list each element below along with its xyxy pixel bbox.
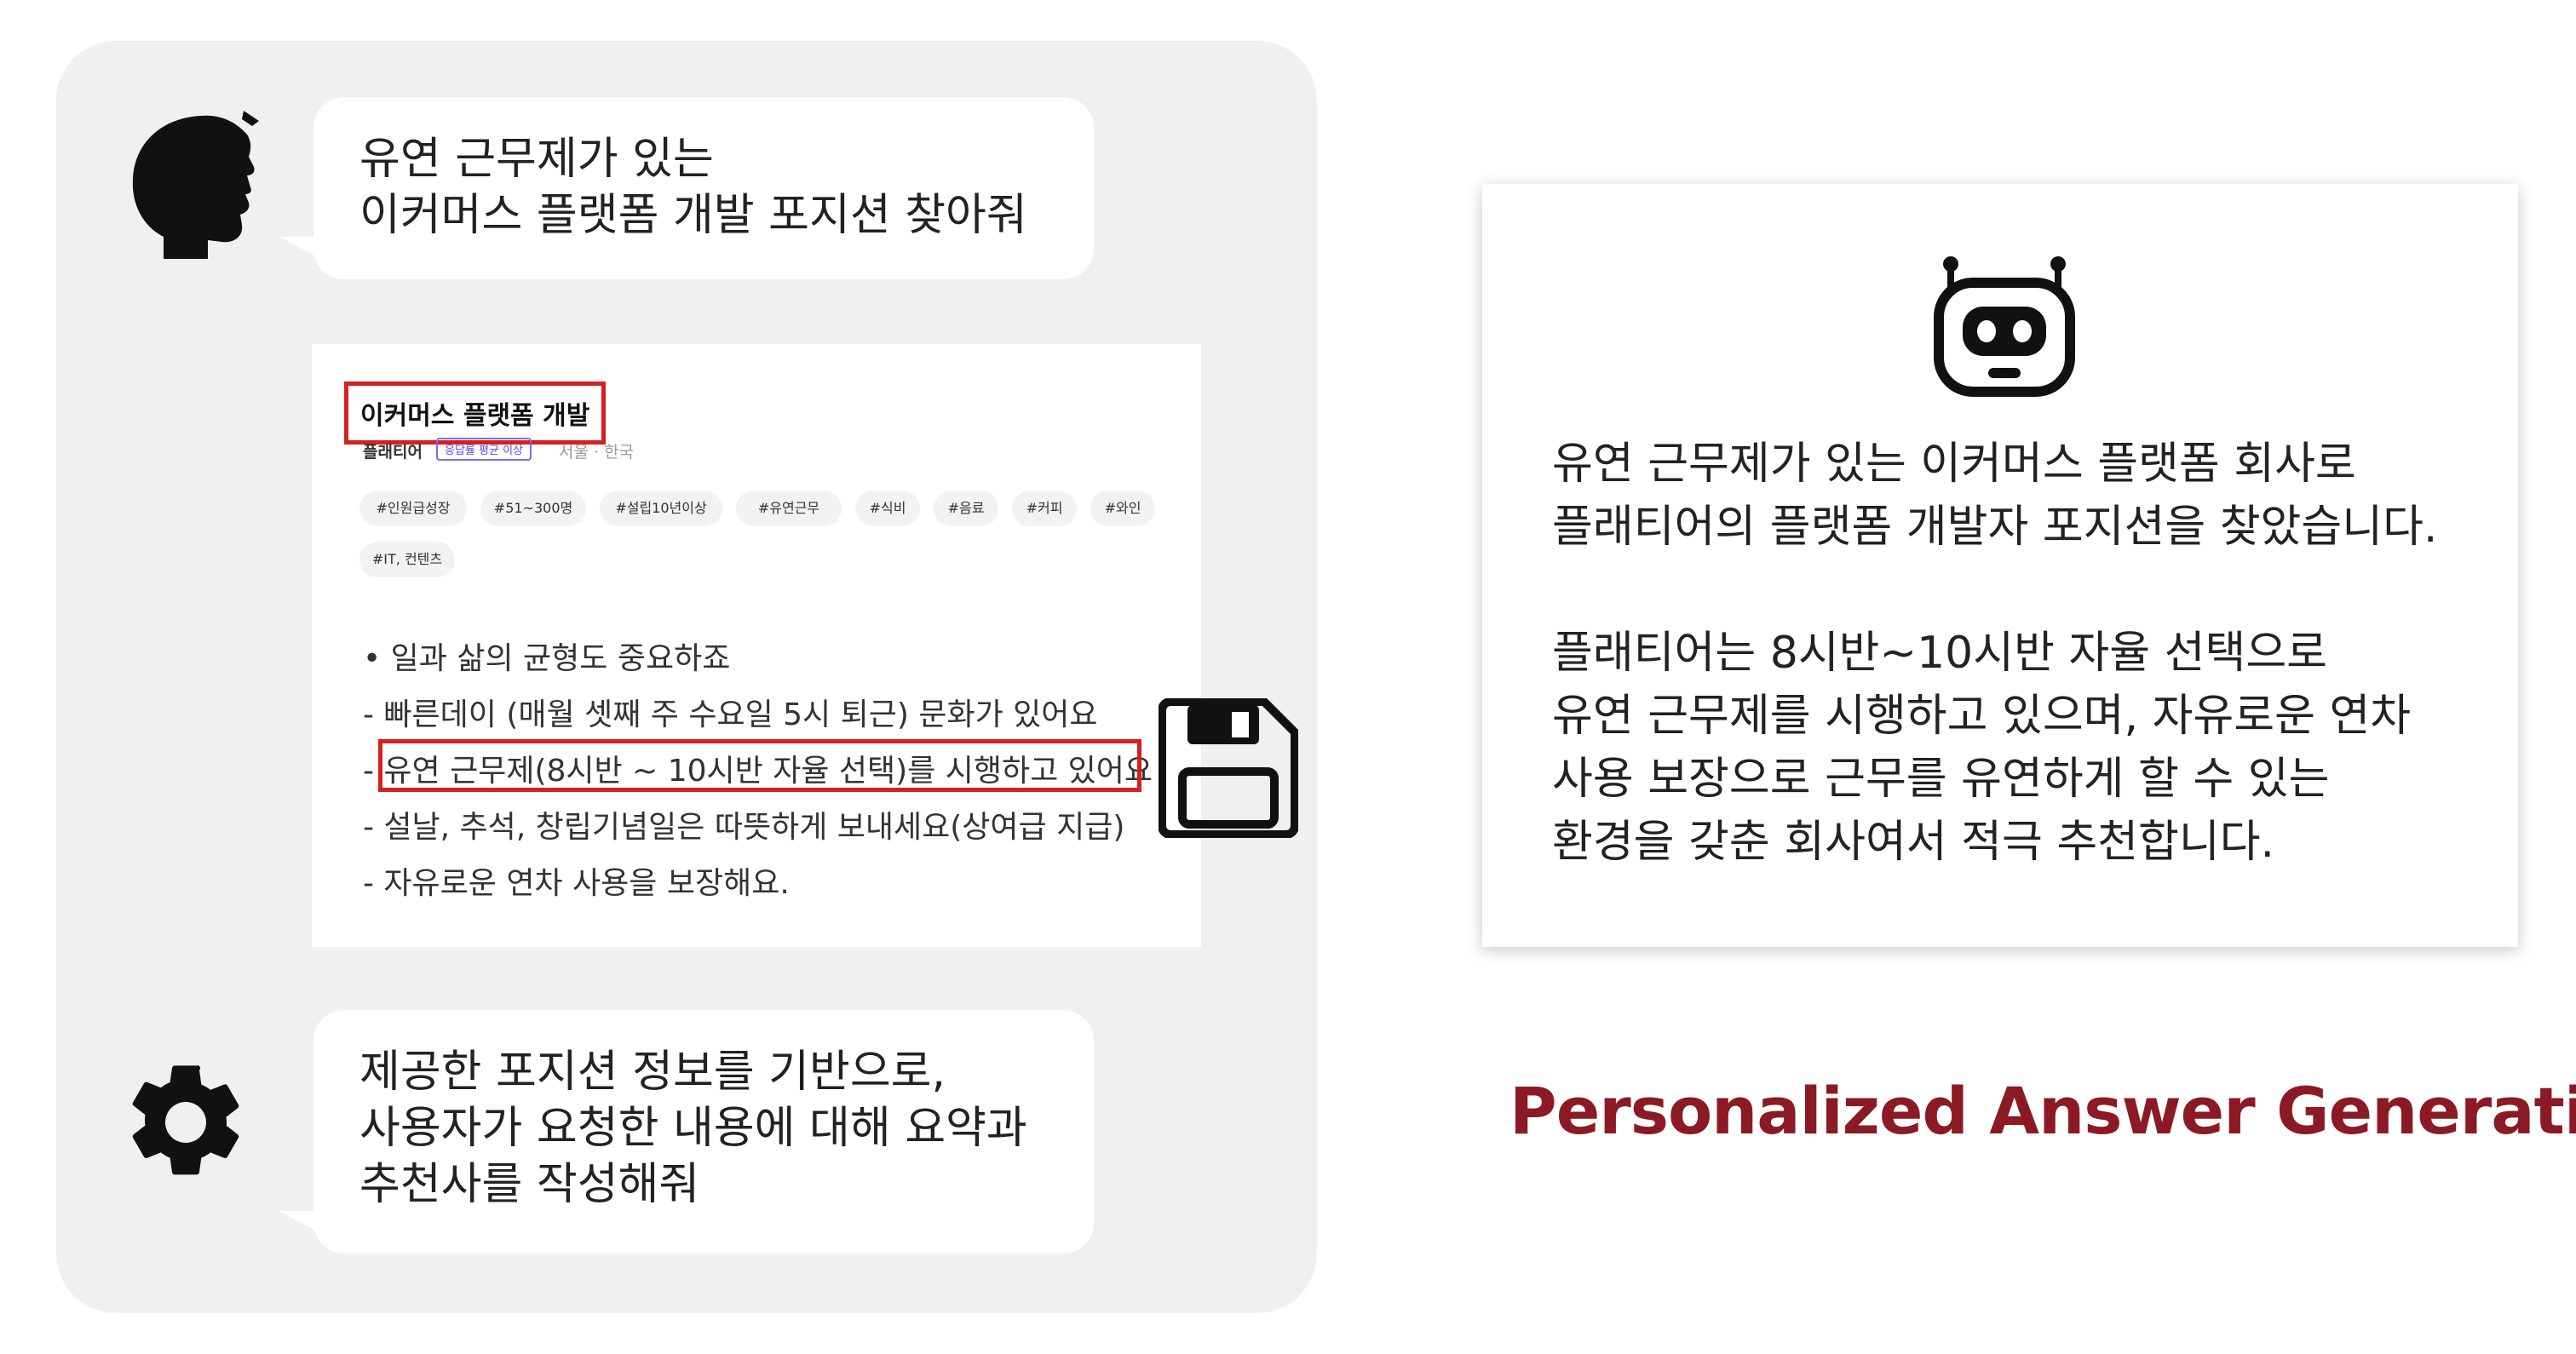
job-title: 이커머스 플랫폼 개발 [344, 382, 607, 445]
answer-line: 유연 근무제를 시행하고 있으며, 자유로운 연차 [1552, 691, 2412, 742]
system-bubble-tail [279, 1211, 324, 1235]
tag-chip: #식비 [855, 491, 920, 526]
user-bubble-tail [279, 237, 324, 261]
generated-answer-card: 유연 근무제가 있는 이커머스 플랫폼 회사로 플래티어의 플랫폼 개발자 포지… [1482, 184, 2518, 947]
head-silhouette-icon [126, 109, 262, 262]
tag-chip: #유연근무 [736, 491, 842, 526]
answer-line: 플래티어의 플랫폼 개발자 포지션을 찾았습니다. [1552, 502, 2438, 553]
answer-line: 환경을 갖춘 회사여서 적극 추천합니다. [1552, 817, 2275, 868]
benefit-item: • 일과 삶의 균형도 중요하죠 [363, 641, 731, 676]
flexible-work-highlight [378, 739, 1141, 792]
job-posting-card: 이커머스 플랫폼 개발 플래티어 응답률 평균 이상 서울 · 한국 #인원급성… [312, 344, 1201, 947]
chat-panel: 유연 근무제가 있는 이커머스 플랫폼 개발 포지션 찾아줘 이커머스 플랫폼 … [56, 41, 1317, 1313]
answer-line: 사용 보장으로 근무를 유연하게 할 수 있는 [1552, 754, 2330, 805]
tag-chip: #IT, 컨텐츠 [359, 542, 455, 577]
tag-chip: #설립10년이상 [600, 491, 722, 526]
user-query-line-2: 이커머스 플랫폼 개발 포지션 찾아줘 [359, 190, 1027, 241]
response-rate-badge: 응답률 평균 이상 [436, 438, 532, 461]
tag-chip: #커피 [1012, 491, 1077, 526]
system-prompt-line-3: 추천사를 작성해줘 [359, 1159, 700, 1210]
benefit-item: - 설날, 추석, 창립기념일은 따뜻하게 보내세요(상여급 지급) [363, 810, 1125, 845]
system-prompt-line-1: 제공한 포지션 정보를 기반으로, [359, 1047, 946, 1098]
benefit-item: - 자유로운 연차 사용을 보장해요. [363, 866, 790, 901]
gear-icon [118, 1054, 254, 1190]
user-query-line-1: 유연 근무제가 있는 [359, 134, 714, 185]
robot-icon [1932, 252, 2077, 400]
job-location: 서울 · 한국 [559, 443, 635, 462]
answer-line: 플래티어는 8시반~10시반 자율 선택으로 [1552, 628, 2328, 679]
answer-text: 유연 근무제가 있는 이커머스 플랫폼 회사로 플래티어의 플랫폼 개발자 포지… [1552, 433, 2437, 874]
benefit-item: - 빠른데이 (매월 셋째 주 수요일 5시 퇴근) 문화가 있어요 [363, 697, 1098, 732]
tag-chip: #인원급성장 [359, 491, 467, 526]
system-prompt-line-2: 사용자가 요청한 내용에 대해 요약과 [359, 1103, 1027, 1154]
answer-line: 유연 근무제가 있는 이커머스 플랫폼 회사로 [1552, 439, 2356, 490]
tag-chip: #와인 [1090, 491, 1155, 526]
system-prompt-bubble: 제공한 포지션 정보를 기반으로, 사용자가 요청한 내용에 대해 요약과 추천… [313, 1010, 1094, 1254]
section-caption: Personalized Answer Generation [1509, 1073, 2576, 1149]
floppy-disk-icon [1158, 697, 1299, 841]
user-query-bubble: 유연 근무제가 있는 이커머스 플랫폼 개발 포지션 찾아줘 [313, 97, 1094, 279]
company-name: 플래티어 [363, 443, 423, 462]
tag-chip: #51~300명 [480, 491, 586, 526]
tag-chip: #음료 [934, 491, 998, 526]
